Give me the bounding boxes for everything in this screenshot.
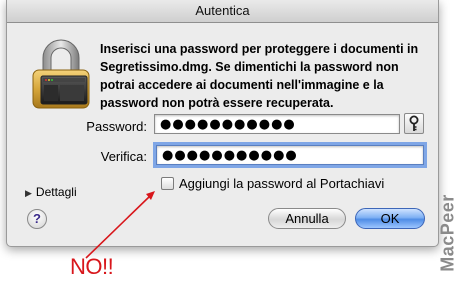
watermark-text: MacPeer (437, 194, 458, 272)
annotation-arrow (85, 191, 155, 259)
annotation-text: NO!! (70, 254, 114, 279)
watermark: MacPeer (433, 182, 463, 284)
